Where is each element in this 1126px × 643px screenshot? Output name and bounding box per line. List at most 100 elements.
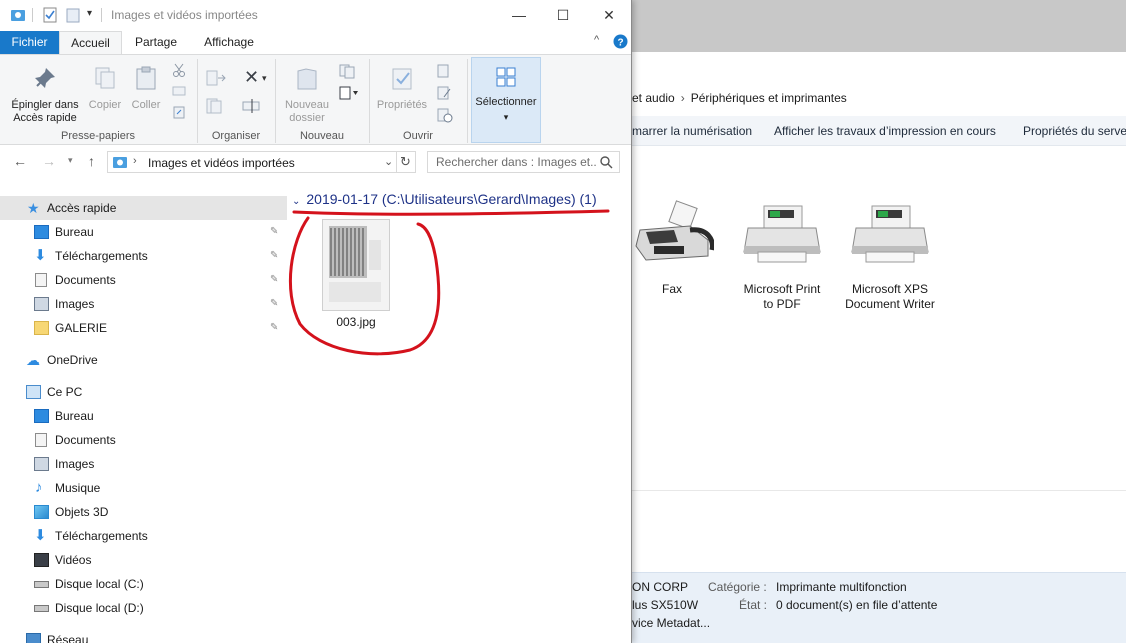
nav-pc-images[interactable]: Images <box>0 452 287 476</box>
minimize-icon: — <box>512 7 526 23</box>
breadcrumb-segment[interactable]: Périphériques et imprimantes <box>691 91 847 105</box>
up-arrow-icon[interactable]: ↑ <box>88 153 95 169</box>
tab-affichage[interactable]: Affichage <box>190 31 268 54</box>
search-box[interactable] <box>427 151 620 173</box>
edit-icon[interactable] <box>436 85 454 101</box>
music-note-icon: ♪ <box>35 479 43 496</box>
nav-quick-bureau[interactable]: Bureau ✎ <box>0 220 287 244</box>
start-scan-button[interactable]: marrer la numérisation <box>632 124 752 138</box>
search-icon <box>600 156 613 169</box>
nav-onedrive[interactable]: ☁ OneDrive <box>0 348 287 372</box>
new-folder-icon[interactable] <box>66 7 80 23</box>
nav-label: Documents <box>55 433 116 447</box>
nav-this-pc[interactable]: Ce PC <box>0 380 287 404</box>
nav-label: Téléchargements <box>55 249 148 263</box>
window-title: Images et vidéos importées <box>111 8 258 22</box>
printer-icon <box>740 200 824 270</box>
delete-icon[interactable]: ✕ <box>244 67 259 88</box>
pictures-icon <box>34 297 49 311</box>
back-arrow-icon[interactable]: ← <box>13 153 27 169</box>
state-label: État : <box>739 598 768 612</box>
nav-quick-images[interactable]: Images ✎ <box>0 292 287 316</box>
nav-pc-videos[interactable]: Vidéos <box>0 548 287 572</box>
search-input[interactable] <box>436 154 596 170</box>
title-bar: ▾ Images et vidéos importées — ☐ ✕ <box>0 0 631 31</box>
pin-icon[interactable]: ✎ <box>270 226 280 238</box>
file-item[interactable]: 003.jpg <box>318 219 394 329</box>
device-xps-writer[interactable]: Microsoft XPS Document Writer <box>835 200 945 312</box>
delete-dropdown-icon[interactable]: ▾ <box>262 73 267 84</box>
select-dropdown-icon: ▾ <box>503 112 509 122</box>
nav-pc-bureau[interactable]: Bureau <box>0 404 287 428</box>
devices-breadcrumb[interactable]: et audio › Périphériques et imprimantes <box>632 86 1126 110</box>
address-path: Images et vidéos importées <box>148 156 295 170</box>
minimize-button[interactable]: — <box>496 0 542 31</box>
navigation-pane: ★ Accès rapide Bureau ✎ ⬇ Téléchargement… <box>0 190 287 643</box>
collapse-chevron-icon[interactable]: ⌄ <box>292 196 300 207</box>
copy-button[interactable]: Copier <box>86 65 124 112</box>
maximize-button[interactable]: ☐ <box>540 0 586 31</box>
nav-quick-downloads[interactable]: ⬇ Téléchargements ✎ <box>0 244 287 268</box>
group-header[interactable]: ⌄ 2019-01-17 (C:\Utilisateurs\Gerard\Imag… <box>292 191 597 207</box>
nav-quick-documents[interactable]: Documents ✎ <box>0 268 287 292</box>
pin-icon[interactable]: ✎ <box>270 298 280 310</box>
copy-to-icon[interactable] <box>206 97 226 115</box>
nav-pc-drive-d[interactable]: Disque local (D:) <box>0 596 287 620</box>
customize-toolbar-chevron-icon[interactable]: ▾ <box>87 8 92 19</box>
select-button[interactable]: Sélectionner ▾ <box>471 57 541 143</box>
paste-button[interactable]: Coller <box>127 65 165 112</box>
forward-arrow-icon[interactable]: → <box>42 153 56 169</box>
address-dropdown-icon[interactable]: ⌄ <box>384 155 393 168</box>
tab-fichier[interactable]: Fichier <box>0 31 59 54</box>
breadcrumb-segment[interactable]: et audio <box>632 91 675 105</box>
open-icon[interactable] <box>436 63 454 79</box>
nav-quick-access[interactable]: ★ Accès rapide <box>0 196 287 220</box>
breadcrumb-chevron-icon[interactable]: › <box>133 155 137 167</box>
move-to-icon[interactable] <box>206 69 226 87</box>
pin-icon[interactable]: ✎ <box>270 322 280 334</box>
nav-network[interactable]: Réseau <box>0 628 287 643</box>
tab-partage[interactable]: Partage <box>124 31 188 54</box>
collapse-ribbon-chevron-icon[interactable]: ^ <box>594 34 599 46</box>
nav-pc-drive-c[interactable]: Disque local (C:) <box>0 572 287 596</box>
group-label-new: Nouveau <box>299 130 345 142</box>
device-details-pane: ON CORP lus SX510W vice Metadat... Catég… <box>632 572 1126 643</box>
nav-label: Ce PC <box>47 385 83 399</box>
nav-pc-documents[interactable]: Documents <box>0 428 287 452</box>
documents-icon <box>35 433 47 447</box>
history-icon[interactable] <box>436 107 454 123</box>
refresh-icon: ↻ <box>400 154 411 169</box>
new-item-icon[interactable] <box>338 63 358 79</box>
cut-icon[interactable] <box>172 63 186 77</box>
device-print-to-pdf[interactable]: Microsoft Print to PDF <box>727 200 837 312</box>
pin-quick-access-button[interactable]: Épingler dans Accès rapide <box>4 65 86 125</box>
help-icon[interactable]: ? <box>613 34 628 49</box>
printer-icon <box>848 200 932 270</box>
easy-access-icon[interactable] <box>338 85 360 101</box>
pin-icon[interactable]: ✎ <box>270 274 280 286</box>
copy-label: Copier <box>88 99 122 111</box>
folder-photos-icon[interactable] <box>10 7 26 23</box>
paste-shortcut-icon[interactable] <box>172 105 186 119</box>
tab-accueil[interactable]: Accueil <box>59 31 122 54</box>
nav-label: Vidéos <box>55 553 92 567</box>
recent-locations-chevron-icon[interactable]: ▾ <box>68 155 73 166</box>
nav-pc-downloads[interactable]: ⬇ Téléchargements <box>0 524 287 548</box>
close-button[interactable]: ✕ <box>586 0 631 31</box>
device-fax[interactable]: Fax <box>617 200 727 297</box>
pin-icon[interactable]: ✎ <box>270 250 280 262</box>
server-properties-button[interactable]: Propriétés du serveu <box>1023 124 1126 138</box>
refresh-button[interactable]: ↻ <box>396 151 416 173</box>
nav-quick-galerie[interactable]: GALERIE ✎ <box>0 316 287 340</box>
new-folder-button[interactable]: Nouveau dossier <box>278 65 336 125</box>
device-manufacturer: ON CORP <box>632 580 689 594</box>
properties-button[interactable]: Propriétés <box>372 65 432 112</box>
nav-pc-3d-objects[interactable]: Objets 3D <box>0 500 287 524</box>
address-bar[interactable]: › Images et vidéos importées ⌄ <box>107 151 397 173</box>
copy-path-icon[interactable] <box>172 85 186 97</box>
nav-pc-music[interactable]: ♪ Musique <box>0 476 287 500</box>
category-label: Catégorie : <box>708 580 767 594</box>
rename-icon[interactable] <box>242 97 262 115</box>
see-print-jobs-button[interactable]: Afficher les travaux d’impression en cou… <box>774 124 996 138</box>
properties-check-icon[interactable] <box>43 7 57 23</box>
